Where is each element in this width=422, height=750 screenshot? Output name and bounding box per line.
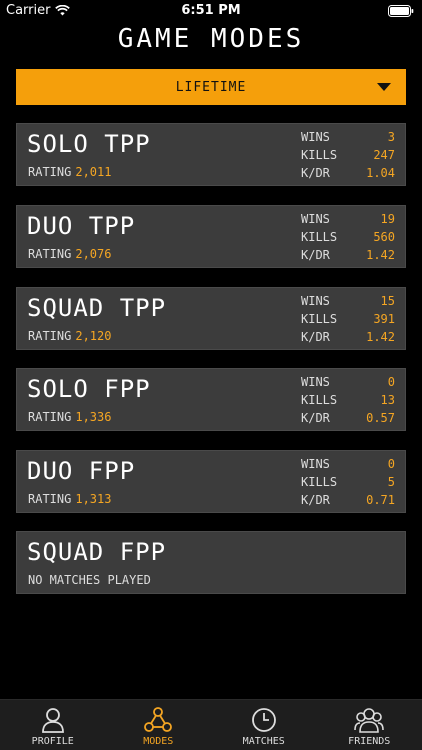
wins-value: 0 (387, 457, 395, 471)
kills-value: 5 (387, 475, 395, 489)
kdr-label: K/DR (301, 166, 330, 180)
status-time: 6:51 PM (181, 3, 241, 18)
wins-stat: WINS 0 (301, 375, 395, 389)
mode-name: SQUAD FPP (27, 538, 167, 566)
tab-label: FRIENDS (348, 736, 391, 747)
mode-card-squad-tpp[interactable]: SQUAD TPP RATING 2,120 WINS 15 KILLS 391 K/… (16, 287, 406, 350)
wins-stat: WINS 3 (301, 130, 395, 144)
tab-label: MATCHES (242, 736, 285, 747)
mode-rating: RATING 2,076 (28, 247, 111, 261)
tab-friends[interactable]: FRIENDS (317, 700, 422, 750)
rating-label: RATING (28, 165, 72, 179)
kills-value: 560 (373, 230, 395, 244)
group-icon (354, 708, 385, 733)
rating-value: 2,076 (75, 247, 112, 261)
tab-label: PROFILE (31, 736, 74, 747)
mode-name: SOLO FPP (27, 375, 151, 403)
tab-label: MODES (143, 736, 174, 747)
kdr-stat: K/DR 0.71 (301, 493, 395, 507)
wins-label: WINS (301, 294, 330, 308)
kills-label: KILLS (301, 230, 338, 244)
tab-matches[interactable]: MATCHES (211, 700, 317, 750)
wins-label: WINS (301, 375, 330, 389)
wins-label: WINS (301, 457, 330, 471)
clock-icon (251, 708, 276, 732)
kills-stat: KILLS 247 (301, 148, 395, 162)
mode-name: DUO TPP (27, 212, 136, 240)
rating-label: RATING (28, 247, 72, 261)
mode-card-solo-fpp[interactable]: SOLO FPP RATING 1,336 WINS 0 KILLS 13 K/DR 0… (16, 368, 406, 431)
kdr-value: 1.42 (366, 248, 395, 262)
wins-stat: WINS 15 (301, 294, 395, 308)
mode-name: SQUAD TPP (27, 294, 167, 322)
mode-card-solo-tpp[interactable]: SOLO TPP RATING 2,011 WINS 3 KILLS 247 K/DR… (16, 123, 406, 186)
kills-label: KILLS (301, 393, 338, 407)
kdr-stat: K/DR 0.57 (301, 411, 395, 425)
kdr-value: 0.57 (366, 411, 395, 425)
chevron-down-icon (377, 83, 391, 91)
kdr-label: K/DR (301, 411, 330, 425)
wins-stat: WINS 0 (301, 457, 395, 471)
battery-icon (388, 5, 414, 17)
mode-name: DUO FPP (27, 457, 136, 485)
rating-label: RATING (28, 410, 72, 424)
tab-profile[interactable]: PROFILE (0, 700, 106, 750)
kills-value: 391 (373, 312, 395, 326)
mode-rating: RATING 1,336 (28, 410, 111, 424)
lifetime-dropdown[interactable]: LIFETIME (16, 69, 406, 105)
kills-stat: KILLS 560 (301, 230, 395, 244)
status-bar: Carrier 6:51 PM (0, 0, 422, 22)
wins-label: WINS (301, 130, 330, 144)
rating-value: 2,120 (75, 329, 112, 343)
wins-value: 0 (387, 375, 395, 389)
kills-value: 13 (380, 393, 395, 407)
mode-card-duo-tpp[interactable]: DUO TPP RATING 2,076 WINS 19 KILLS 560 K/DR… (16, 205, 406, 268)
kdr-value: 0.71 (366, 493, 395, 507)
kdr-label: K/DR (301, 330, 330, 344)
kills-stat: KILLS 5 (301, 475, 395, 489)
person-icon (41, 708, 64, 733)
rating-value: 1,336 (75, 410, 112, 424)
mode-rating: RATING 2,011 (28, 165, 111, 179)
nodes-icon (144, 707, 173, 732)
status-right (388, 5, 414, 21)
kills-value: 247 (373, 148, 395, 162)
tab-bar: PROFILE MODES MATCHES FRIENDS (0, 699, 422, 750)
kills-label: KILLS (301, 475, 338, 489)
kills-stat: KILLS 13 (301, 393, 395, 407)
rating-value: 1,313 (75, 492, 112, 506)
dropdown-selected-label: LIFETIME (175, 79, 247, 95)
kills-stat: KILLS 391 (301, 312, 395, 326)
rating-value: 2,011 (75, 165, 112, 179)
wins-value: 19 (380, 212, 395, 226)
kdr-stat: K/DR 1.04 (301, 166, 395, 180)
kdr-value: 1.04 (366, 166, 395, 180)
mode-name: SOLO TPP (27, 130, 151, 158)
kdr-stat: K/DR 1.42 (301, 330, 395, 344)
wins-stat: WINS 19 (301, 212, 395, 226)
kdr-value: 1.42 (366, 330, 395, 344)
wins-label: WINS (301, 212, 330, 226)
no-matches-label: NO MATCHES PLAYED (28, 573, 151, 587)
mode-card-duo-fpp[interactable]: DUO FPP RATING 1,313 WINS 0 KILLS 5 K/DR 0.7… (16, 450, 406, 513)
page-title: GAME MODES (117, 24, 305, 54)
kills-label: KILLS (301, 312, 338, 326)
mode-card-squad-fpp[interactable]: SQUAD FPP NO MATCHES PLAYED (16, 531, 406, 594)
tab-modes[interactable]: MODES (106, 700, 212, 750)
rating-label: RATING (28, 492, 72, 506)
wins-value: 3 (387, 130, 395, 144)
rating-label: RATING (28, 329, 72, 343)
mode-rating: RATING 2,120 (28, 329, 111, 343)
wins-value: 15 (380, 294, 395, 308)
mode-rating: RATING 1,313 (28, 492, 111, 506)
kdr-label: K/DR (301, 248, 330, 262)
kdr-label: K/DR (301, 493, 330, 507)
kdr-stat: K/DR 1.42 (301, 248, 395, 262)
kills-label: KILLS (301, 148, 338, 162)
